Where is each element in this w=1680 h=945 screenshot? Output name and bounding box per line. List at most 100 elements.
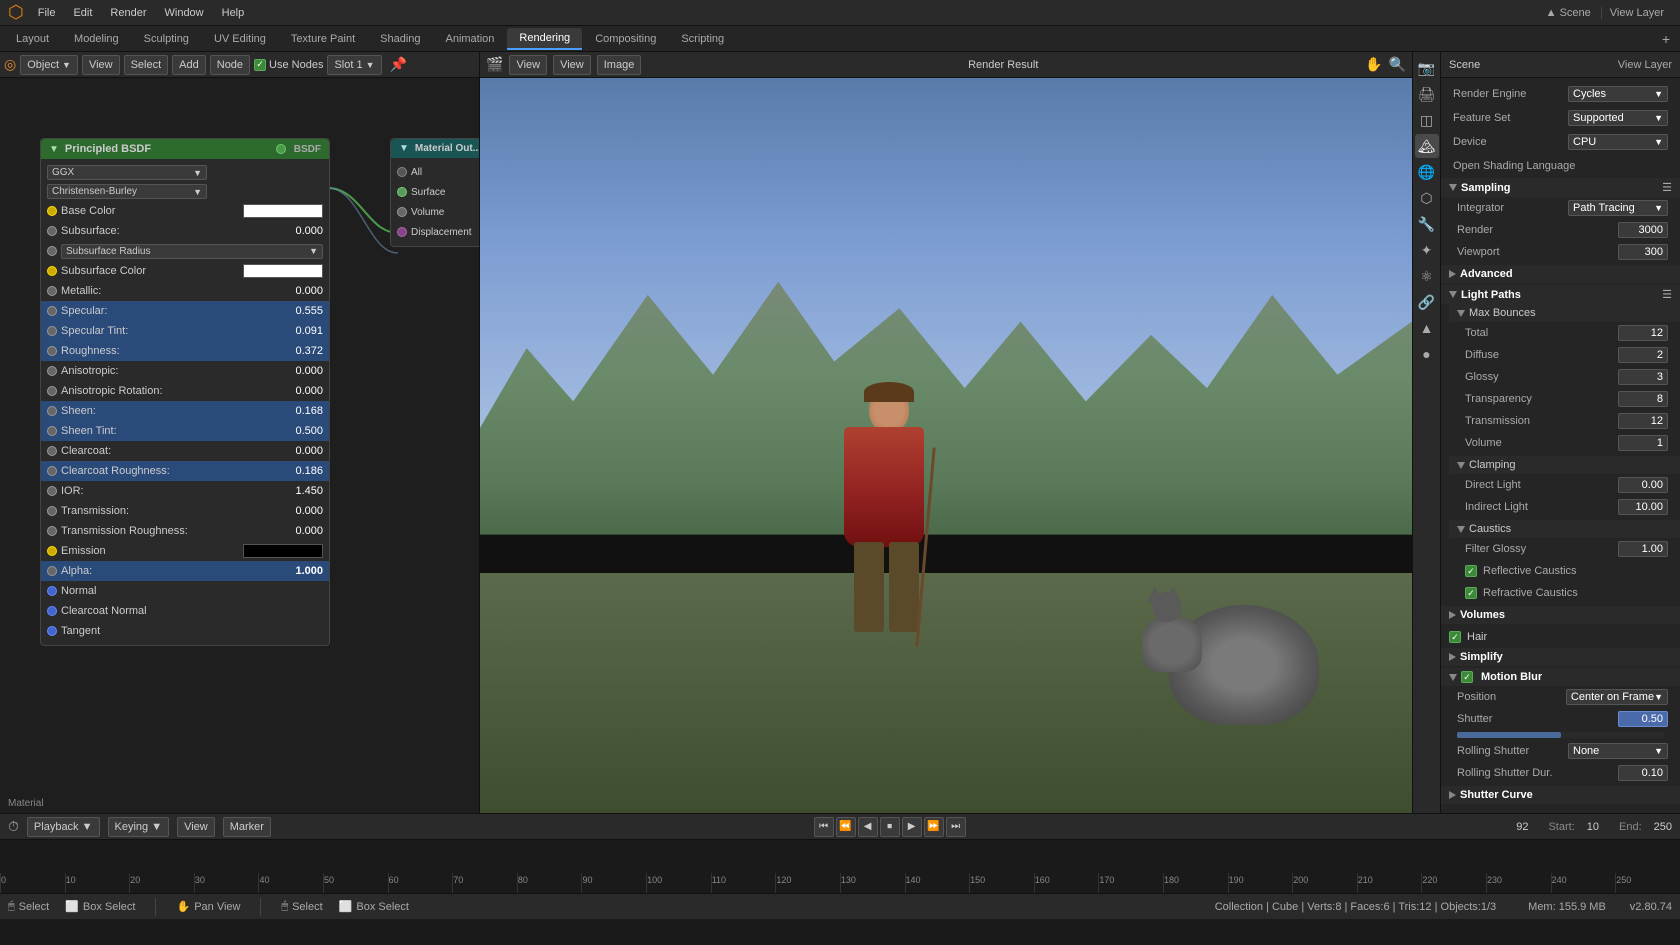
position-dropdown[interactable]: Center on Frame ▼ <box>1566 689 1668 705</box>
sampling-menu-icon[interactable]: ☰ <box>1662 181 1672 194</box>
transparency-input[interactable]: 8 <box>1618 391 1668 407</box>
sidebar-data-icon[interactable]: ▲ <box>1415 316 1439 340</box>
render-hand-icon[interactable]: ✋ <box>1365 56 1382 73</box>
marker-btn[interactable]: Marker <box>223 817 271 837</box>
volumes-header[interactable]: Volumes <box>1441 606 1680 624</box>
menu-render[interactable]: Render <box>102 5 154 21</box>
pin-icon[interactable]: 📌 <box>390 56 407 73</box>
clearcoat-roughness-value[interactable]: 0.186 <box>283 465 323 477</box>
box-select-mode[interactable]: ⬜ Box Select <box>65 900 135 913</box>
max-bounces-header[interactable]: Max Bounces <box>1449 304 1680 322</box>
sidebar-constraints-icon[interactable]: 🔗 <box>1415 290 1439 314</box>
total-input[interactable]: 12 <box>1618 325 1668 341</box>
anisotropic-value[interactable]: 0.000 <box>283 365 323 377</box>
tab-modeling[interactable]: Modeling <box>62 28 131 50</box>
sheen-value[interactable]: 0.168 <box>283 405 323 417</box>
view-timeline-btn[interactable]: View <box>177 817 215 837</box>
play-reverse-btn[interactable]: ◀ <box>858 817 878 837</box>
transmission-value[interactable]: 0.000 <box>283 505 323 517</box>
direct-light-input[interactable]: 0.00 <box>1618 477 1668 493</box>
keying-btn[interactable]: Keying ▼ <box>108 817 170 837</box>
menu-window[interactable]: Window <box>157 5 212 21</box>
sampling-header[interactable]: Sampling ☰ <box>1441 178 1680 197</box>
feature-set-dropdown[interactable]: Supported ▼ <box>1568 110 1668 126</box>
sidebar-view-layer-icon[interactable]: ◫ <box>1415 108 1439 132</box>
rolling-shutter-dropdown[interactable]: None ▼ <box>1568 743 1668 759</box>
anisotropic-rotation-value[interactable]: 0.000 <box>283 385 323 397</box>
node-btn[interactable]: Node <box>210 55 250 75</box>
subsurface-method-dropdown[interactable]: Christensen-Burley▼ <box>47 184 207 199</box>
sidebar-physics-icon[interactable]: ⚛ <box>1415 264 1439 288</box>
base-color-preview[interactable] <box>243 204 323 218</box>
motion-blur-checkbox[interactable] <box>1461 671 1473 683</box>
reflective-caustics-checkbox[interactable] <box>1465 565 1477 577</box>
menu-help[interactable]: Help <box>214 5 253 21</box>
diffuse-input[interactable]: 2 <box>1618 347 1668 363</box>
shutter-curve-header[interactable]: Shutter Curve <box>1441 786 1680 804</box>
render-slot-btn[interactable]: View <box>553 55 591 75</box>
select-mode-2[interactable]: 🖱 Select <box>281 900 322 913</box>
current-frame-display[interactable]: 92 <box>1508 821 1536 833</box>
transmission-input[interactable]: 12 <box>1618 413 1668 429</box>
emission-color-preview[interactable] <box>243 544 323 558</box>
start-frame[interactable]: 10 <box>1587 821 1599 833</box>
object-type-dropdown[interactable]: Object ▼ <box>20 55 78 75</box>
refractive-caustics-checkbox[interactable] <box>1465 587 1477 599</box>
viewport-samples-input[interactable]: 300 <box>1618 244 1668 260</box>
alpha-value[interactable]: 1.000 <box>283 565 323 577</box>
add-workspace-icon[interactable]: + <box>1656 31 1676 47</box>
tab-texture-paint[interactable]: Texture Paint <box>279 28 367 50</box>
pan-view-mode[interactable]: ✋ Pan View <box>176 900 240 913</box>
roughness-value[interactable]: 0.372 <box>283 345 323 357</box>
mat-out-collapse-icon[interactable]: ▼ <box>399 143 409 154</box>
rolling-shutter-dur-input[interactable]: 0.10 <box>1618 765 1668 781</box>
specular-value[interactable]: 0.555 <box>283 305 323 317</box>
motion-blur-header[interactable]: Motion Blur <box>1441 668 1680 686</box>
collapse-icon[interactable]: ▼ <box>49 144 59 155</box>
volume-input[interactable]: 1 <box>1618 435 1668 451</box>
clearcoat-value[interactable]: 0.000 <box>283 445 323 457</box>
glossy-input[interactable]: 3 <box>1618 369 1668 385</box>
transmission-roughness-value[interactable]: 0.000 <box>283 525 323 537</box>
distribution-dropdown[interactable]: GGX▼ <box>47 165 207 180</box>
filter-glossy-input[interactable]: 1.00 <box>1618 541 1668 557</box>
menu-edit[interactable]: Edit <box>65 5 100 21</box>
slot-dropdown[interactable]: Slot 1 ▼ <box>327 55 381 75</box>
end-frame[interactable]: 250 <box>1654 821 1672 833</box>
jump-start-btn[interactable]: ⏮ <box>814 817 834 837</box>
sidebar-material-icon[interactable]: ● <box>1415 342 1439 366</box>
render-engine-dropdown[interactable]: Cycles ▼ <box>1568 86 1668 102</box>
integrator-dropdown[interactable]: Path Tracing ▼ <box>1568 200 1668 216</box>
sidebar-world-icon[interactable]: 🌐 <box>1415 160 1439 184</box>
light-paths-header[interactable]: Light Paths ☰ <box>1441 285 1680 304</box>
step-forward-btn[interactable]: ⏩ <box>924 817 944 837</box>
timeline-body[interactable]: 0102030405060708090100110120130140150160… <box>0 840 1680 893</box>
tab-scripting[interactable]: Scripting <box>669 28 736 50</box>
sidebar-scene-icon[interactable]: 🏔 <box>1415 134 1439 158</box>
step-back-btn[interactable]: ⏪ <box>836 817 856 837</box>
specular-tint-value[interactable]: 0.091 <box>283 325 323 337</box>
sidebar-modifier-icon[interactable]: 🔧 <box>1415 212 1439 236</box>
menu-file[interactable]: File <box>30 5 64 21</box>
sidebar-object-icon[interactable]: ⬡ <box>1415 186 1439 210</box>
render-image-btn[interactable]: Image <box>597 55 642 75</box>
tab-uv-editing[interactable]: UV Editing <box>202 28 278 50</box>
hair-checkbox[interactable] <box>1449 631 1461 643</box>
select-btn[interactable]: Select <box>124 55 169 75</box>
tab-shading[interactable]: Shading <box>368 28 432 50</box>
metallic-value[interactable]: 0.000 <box>283 285 323 297</box>
shutter-input[interactable]: 0.50 <box>1618 711 1668 727</box>
tab-animation[interactable]: Animation <box>434 28 507 50</box>
tab-sculpting[interactable]: Sculpting <box>132 28 201 50</box>
subsurface-value[interactable]: 0.000 <box>283 225 323 237</box>
jump-end-btn[interactable]: ⏭ <box>946 817 966 837</box>
sheen-tint-value[interactable]: 0.500 <box>283 425 323 437</box>
render-zoom-icon[interactable]: 🔍 <box>1389 56 1406 73</box>
play-btn[interactable]: ▶ <box>902 817 922 837</box>
caustics-header[interactable]: Caustics <box>1449 520 1680 538</box>
node-canvas[interactable]: ▼ Principled BSDF BSDF GGX▼ <box>0 78 479 813</box>
tab-layout[interactable]: Layout <box>4 28 61 50</box>
subsurface-color-preview[interactable] <box>243 264 323 278</box>
tab-rendering[interactable]: Rendering <box>507 28 582 50</box>
use-nodes-toggle[interactable]: Use Nodes <box>254 59 323 71</box>
